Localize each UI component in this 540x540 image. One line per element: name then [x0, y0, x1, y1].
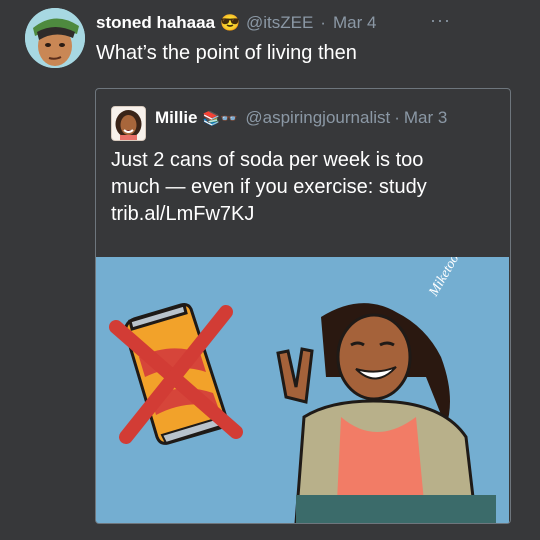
quoted-tweet-text: Just 2 cans of soda per week is too much…: [111, 147, 496, 228]
soda-illustration-icon: Miketoonist: [96, 233, 509, 523]
quoted-text-line: Just 2 cans of soda per week is too: [111, 149, 424, 171]
tweet-date[interactable]: Mar 4: [333, 13, 376, 33]
quoted-separator-dot: ·: [394, 108, 400, 127]
quoted-text-link[interactable]: trib.al/LmFw7KJ: [111, 201, 496, 228]
cartoon-woman-icon: [112, 107, 145, 140]
author-name[interactable]: stoned hahaaa: [96, 13, 215, 33]
author-handle[interactable]: @itsZEE: [246, 13, 313, 33]
quoted-tweet-image[interactable]: Miketoonist: [96, 233, 509, 523]
quoted-author-name[interactable]: Millie: [155, 108, 198, 128]
quoted-author-avatar[interactable]: [111, 106, 146, 141]
tweet-text: What’s the point of living then: [96, 42, 357, 64]
sunglasses-emoji-icon: 😎: [220, 15, 240, 32]
quoted-tweet-card[interactable]: Millie 📚👓 @aspiringjournalist · Mar 3 Ju…: [95, 88, 511, 524]
quoted-tweet-header: Millie 📚👓 @aspiringjournalist · Mar 3: [155, 108, 447, 128]
more-options-icon[interactable]: ···: [430, 10, 451, 31]
quoted-tweet-date[interactable]: Mar 3: [404, 108, 447, 128]
quoted-text-line: much — even if you exercise: study: [111, 176, 427, 198]
cartoon-face-icon: [25, 8, 85, 68]
tweet-header: stoned hahaaa 😎 @itsZEE · Mar 4: [96, 12, 376, 34]
author-avatar[interactable]: [25, 8, 85, 68]
books-glasses-emoji-icon: 📚👓: [202, 109, 238, 126]
quoted-author-handle[interactable]: @aspiringjournalist: [245, 108, 390, 128]
separator-dot: ·: [320, 13, 326, 32]
